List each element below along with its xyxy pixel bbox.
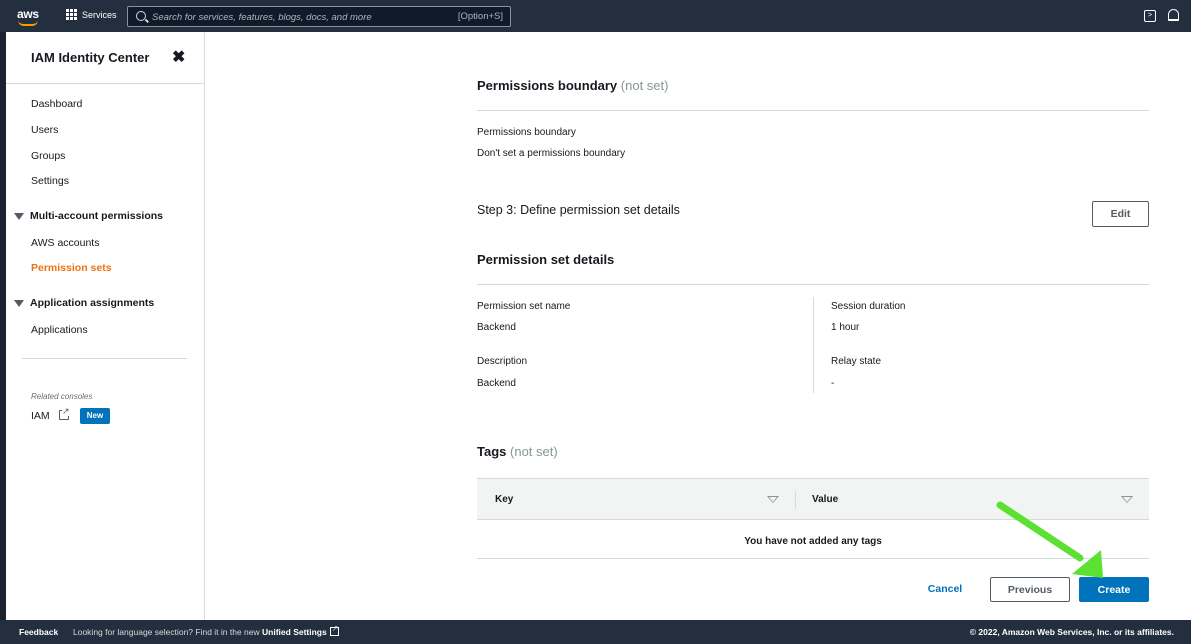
- search-shortcut: [Option+S]: [457, 11, 503, 22]
- sidebar-section-label: Multi-account permissions: [30, 210, 164, 222]
- relay-state-label: Relay state: [831, 356, 882, 367]
- previous-button[interactable]: Previous: [990, 577, 1070, 602]
- session-duration-value: 1 hour: [831, 322, 860, 333]
- create-button[interactable]: Create: [1079, 577, 1149, 602]
- caret-down-icon: [14, 299, 24, 307]
- sidebar-item-aws-accounts[interactable]: AWS accounts: [31, 237, 99, 249]
- cloudshell-icon[interactable]: >: [1144, 10, 1156, 22]
- divider: [477, 558, 1149, 559]
- top-navigation: aws Services [Option+S] >: [0, 0, 1191, 32]
- caret-down-icon: [14, 212, 24, 220]
- divider: [477, 284, 1149, 285]
- external-link-icon[interactable]: [329, 624, 339, 636]
- column-header-value[interactable]: Value: [812, 494, 838, 505]
- sidebar-item-applications[interactable]: Applications: [31, 324, 88, 336]
- services-menu-button[interactable]: Services: [66, 9, 117, 20]
- permission-set-name-value: Backend: [477, 322, 516, 333]
- language-text: Looking for language selection? Find it …: [73, 627, 260, 637]
- feedback-link[interactable]: Feedback: [19, 627, 58, 637]
- sidebar-item-permission-sets[interactable]: Permission sets: [31, 262, 112, 274]
- tags-table-header: Key Value: [477, 478, 1149, 520]
- search-icon: [136, 11, 146, 21]
- sidebar-header: IAM Identity Center ✖: [6, 32, 204, 84]
- permissions-boundary-heading: Permissions boundary (not set): [477, 78, 668, 93]
- search-bar[interactable]: [Option+S]: [127, 6, 511, 27]
- heading-text: Tags: [477, 444, 507, 459]
- notifications-bell-icon[interactable]: [1168, 9, 1179, 21]
- main-content: Permissions boundary (not set) Permissio…: [205, 32, 1191, 620]
- language-notice: Looking for language selection? Find it …: [73, 624, 339, 637]
- copyright-text: © 2022, Amazon Web Services, Inc. or its…: [969, 627, 1174, 637]
- footer: Feedback Looking for language selection?…: [0, 620, 1191, 644]
- heading-note: (not set): [510, 444, 558, 459]
- permission-set-details-heading: Permission set details: [477, 252, 615, 267]
- unified-settings-link[interactable]: Unified Settings: [262, 627, 327, 637]
- column-divider: [813, 297, 814, 393]
- sidebar-item-settings[interactable]: Settings: [31, 175, 69, 187]
- sidebar-section-label: Application assignments: [30, 297, 155, 309]
- cancel-button[interactable]: Cancel: [919, 577, 971, 601]
- column-header-key[interactable]: Key: [495, 494, 513, 505]
- external-link-icon[interactable]: [59, 406, 70, 420]
- sidebar-item-groups[interactable]: Groups: [31, 150, 65, 162]
- search-input[interactable]: [152, 10, 442, 24]
- session-duration-label: Session duration: [831, 301, 906, 312]
- sidebar-item-dashboard[interactable]: Dashboard: [31, 98, 82, 110]
- sort-icon[interactable]: [1121, 496, 1133, 503]
- step-3-title: Step 3: Define permission set details: [477, 203, 680, 217]
- sidebar-item-users[interactable]: Users: [31, 124, 58, 136]
- new-badge: New: [80, 408, 110, 424]
- tags-empty-message: You have not added any tags: [744, 536, 882, 547]
- permissions-boundary-value: Don't set a permissions boundary: [477, 148, 626, 159]
- sidebar-section-application-assignments[interactable]: Application assignments: [14, 297, 154, 309]
- edit-button[interactable]: Edit: [1092, 201, 1149, 227]
- permission-set-name-label: Permission set name: [477, 301, 571, 312]
- sidebar-title[interactable]: IAM Identity Center: [31, 50, 149, 65]
- permissions-boundary-label: Permissions boundary: [477, 127, 576, 138]
- sidebar-divider: [22, 358, 187, 359]
- heading-note: (not set): [620, 78, 669, 93]
- related-consoles-label: Related consoles: [31, 392, 93, 401]
- sidebar-item-iam[interactable]: IAM: [31, 410, 50, 422]
- sort-icon[interactable]: [767, 496, 779, 503]
- relay-state-value: -: [831, 378, 835, 389]
- tags-heading: Tags (not set): [477, 444, 558, 459]
- sidebar-section-multi-account[interactable]: Multi-account permissions: [14, 210, 163, 222]
- heading-text: Permissions boundary: [477, 78, 618, 93]
- divider: [477, 110, 1149, 111]
- description-label: Description: [477, 356, 528, 367]
- close-sidebar-icon[interactable]: ✖: [172, 47, 185, 67]
- aws-logo[interactable]: aws: [17, 7, 39, 21]
- aws-smile-icon: [18, 20, 38, 26]
- grid-icon: [66, 9, 77, 20]
- services-label: Services: [82, 9, 117, 20]
- sidebar: IAM Identity Center ✖ Dashboard Users Gr…: [6, 32, 205, 620]
- description-value: Backend: [477, 378, 516, 389]
- column-divider: [795, 491, 796, 509]
